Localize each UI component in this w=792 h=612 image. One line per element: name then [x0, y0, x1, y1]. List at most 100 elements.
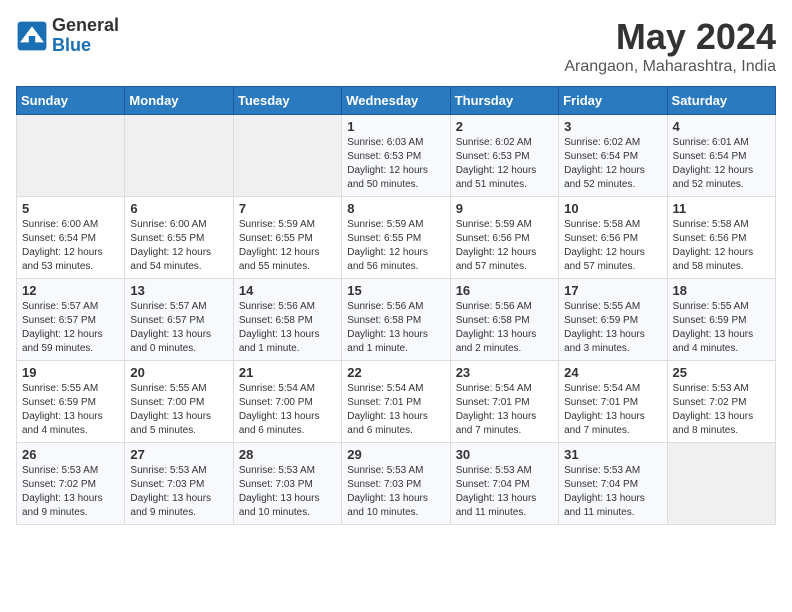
day-number: 9: [456, 201, 553, 216]
calendar-cell: 7 Sunrise: 5:59 AMSunset: 6:55 PMDaylight…: [233, 197, 341, 279]
month-title: May 2024: [564, 16, 776, 58]
calendar-cell: 1 Sunrise: 6:03 AMSunset: 6:53 PMDaylight…: [342, 115, 450, 197]
day-info: Sunrise: 5:53 AMSunset: 7:03 PMDaylight:…: [239, 464, 336, 520]
calendar-cell: [667, 443, 775, 525]
calendar-cell: 4Sunrise: 6:01 AMSunset: 6:54 PMDaylight…: [667, 115, 775, 197]
calendar-week-1: 1 Sunrise: 6:03 AMSunset: 6:53 PMDaylight…: [17, 115, 776, 197]
day-info: Sunrise: 5:58 AMSunset: 6:56 PMDaylight:…: [564, 218, 661, 274]
calendar-cell: 17 Sunrise: 5:55 AMSunset: 6:59 PMDayligh…: [559, 279, 667, 361]
day-info: Sunrise: 5:58 AMSunset: 6:56 PMDaylight:…: [673, 218, 770, 274]
day-info: Sunrise: 5:55 AMSunset: 6:59 PMDaylight:…: [564, 300, 661, 356]
calendar-cell: 6Sunrise: 6:00 AMSunset: 6:55 PMDaylight…: [125, 197, 233, 279]
calendar-cell: 5 Sunrise: 6:00 AMSunset: 6:54 PMDaylight…: [17, 197, 125, 279]
calendar-cell: 10 Sunrise: 5:58 AMSunset: 6:56 PMDayligh…: [559, 197, 667, 279]
calendar-cell: 11 Sunrise: 5:58 AMSunset: 6:56 PMDayligh…: [667, 197, 775, 279]
calendar-cell: [233, 115, 341, 197]
calendar-cell: 31 Sunrise: 5:53 AMSunset: 7:04 PMDayligh…: [559, 443, 667, 525]
day-info: Sunrise: 5:54 AMSunset: 7:01 PMDaylight:…: [347, 382, 444, 438]
day-info: Sunrise: 5:57 AMSunset: 6:57 PMDaylight:…: [130, 300, 227, 356]
calendar-week-2: 5 Sunrise: 6:00 AMSunset: 6:54 PMDaylight…: [17, 197, 776, 279]
day-number: 11: [673, 201, 770, 216]
calendar-cell: 26Sunrise: 5:53 AMSunset: 7:02 PMDayligh…: [17, 443, 125, 525]
calendar-table: SundayMondayTuesdayWednesdayThursdayFrid…: [16, 86, 776, 525]
day-info: Sunrise: 5:59 AMSunset: 6:56 PMDaylight:…: [456, 218, 553, 274]
day-number: 18: [673, 283, 770, 298]
day-number: 14: [239, 283, 336, 298]
day-info: Sunrise: 6:01 AMSunset: 6:54 PMDaylight:…: [673, 136, 770, 192]
day-number: 7: [239, 201, 336, 216]
weekday-header-friday: Friday: [559, 87, 667, 115]
day-number: 19: [22, 365, 119, 380]
day-number: 28: [239, 447, 336, 462]
logo-icon: [16, 20, 48, 52]
day-info: Sunrise: 5:53 AMSunset: 7:04 PMDaylight:…: [564, 464, 661, 520]
calendar-cell: 20Sunrise: 5:55 AMSunset: 7:00 PMDayligh…: [125, 361, 233, 443]
weekday-header-tuesday: Tuesday: [233, 87, 341, 115]
calendar-cell: 24 Sunrise: 5:54 AMSunset: 7:01 PMDayligh…: [559, 361, 667, 443]
day-info: Sunrise: 5:53 AMSunset: 7:03 PMDaylight:…: [130, 464, 227, 520]
day-number: 5: [22, 201, 119, 216]
day-number: 16: [456, 283, 553, 298]
calendar-cell: 22 Sunrise: 5:54 AMSunset: 7:01 PMDayligh…: [342, 361, 450, 443]
day-info: Sunrise: 5:55 AMSunset: 6:59 PMDaylight:…: [673, 300, 770, 356]
calendar-cell: 30 Sunrise: 5:53 AMSunset: 7:04 PMDayligh…: [450, 443, 558, 525]
day-info: Sunrise: 6:02 AMSunset: 6:54 PMDaylight:…: [564, 136, 661, 192]
day-number: 3: [564, 119, 661, 134]
day-number: 8: [347, 201, 444, 216]
day-info: Sunrise: 5:54 AMSunset: 7:01 PMDaylight:…: [456, 382, 553, 438]
weekday-header-saturday: Saturday: [667, 87, 775, 115]
day-info: Sunrise: 5:59 AMSunset: 6:55 PMDaylight:…: [239, 218, 336, 274]
day-number: 6: [130, 201, 227, 216]
weekday-header-monday: Monday: [125, 87, 233, 115]
day-info: Sunrise: 5:57 AMSunset: 6:57 PMDaylight:…: [22, 300, 119, 356]
day-info: Sunrise: 5:55 AMSunset: 6:59 PMDaylight:…: [22, 382, 119, 438]
day-number: 2: [456, 119, 553, 134]
day-number: 22: [347, 365, 444, 380]
day-number: 1: [347, 119, 444, 134]
weekday-header-sunday: Sunday: [17, 87, 125, 115]
logo-general: General: [52, 16, 119, 36]
day-info: Sunrise: 5:53 AMSunset: 7:02 PMDaylight:…: [673, 382, 770, 438]
calendar-cell: 8 Sunrise: 5:59 AMSunset: 6:55 PMDaylight…: [342, 197, 450, 279]
weekday-header-wednesday: Wednesday: [342, 87, 450, 115]
day-info: Sunrise: 6:02 AMSunset: 6:53 PMDaylight:…: [456, 136, 553, 192]
calendar-body: 1 Sunrise: 6:03 AMSunset: 6:53 PMDaylight…: [17, 115, 776, 525]
day-info: Sunrise: 5:54 AMSunset: 7:01 PMDaylight:…: [564, 382, 661, 438]
calendar-cell: 21Sunrise: 5:54 AMSunset: 7:00 PMDayligh…: [233, 361, 341, 443]
day-number: 21: [239, 365, 336, 380]
day-number: 10: [564, 201, 661, 216]
calendar-cell: 16Sunrise: 5:56 AMSunset: 6:58 PMDayligh…: [450, 279, 558, 361]
day-info: Sunrise: 5:53 AMSunset: 7:02 PMDaylight:…: [22, 464, 119, 520]
calendar-cell: [125, 115, 233, 197]
day-info: Sunrise: 5:59 AMSunset: 6:55 PMDaylight:…: [347, 218, 444, 274]
day-number: 29: [347, 447, 444, 462]
day-number: 25: [673, 365, 770, 380]
day-info: Sunrise: 6:00 AMSunset: 6:54 PMDaylight:…: [22, 218, 119, 274]
day-number: 31: [564, 447, 661, 462]
day-info: Sunrise: 6:03 AMSunset: 6:53 PMDaylight:…: [347, 136, 444, 192]
day-info: Sunrise: 5:53 AMSunset: 7:04 PMDaylight:…: [456, 464, 553, 520]
calendar-cell: 19 Sunrise: 5:55 AMSunset: 6:59 PMDayligh…: [17, 361, 125, 443]
calendar-cell: 2 Sunrise: 6:02 AMSunset: 6:53 PMDaylight…: [450, 115, 558, 197]
day-number: 20: [130, 365, 227, 380]
day-number: 15: [347, 283, 444, 298]
day-info: Sunrise: 5:56 AMSunset: 6:58 PMDaylight:…: [347, 300, 444, 356]
day-number: 12: [22, 283, 119, 298]
logo-text: General Blue: [52, 16, 119, 56]
calendar-cell: 27Sunrise: 5:53 AMSunset: 7:03 PMDayligh…: [125, 443, 233, 525]
day-number: 30: [456, 447, 553, 462]
logo: General Blue: [16, 16, 119, 56]
day-number: 24: [564, 365, 661, 380]
logo-blue: Blue: [52, 36, 119, 56]
day-number: 13: [130, 283, 227, 298]
day-number: 17: [564, 283, 661, 298]
calendar-cell: 18 Sunrise: 5:55 AMSunset: 6:59 PMDayligh…: [667, 279, 775, 361]
calendar-cell: 25 Sunrise: 5:53 AMSunset: 7:02 PMDayligh…: [667, 361, 775, 443]
title-block: May 2024 Arangaon, Maharashtra, India: [564, 16, 776, 76]
calendar-week-4: 19 Sunrise: 5:55 AMSunset: 6:59 PMDayligh…: [17, 361, 776, 443]
calendar-cell: 23 Sunrise: 5:54 AMSunset: 7:01 PMDayligh…: [450, 361, 558, 443]
weekday-row: SundayMondayTuesdayWednesdayThursdayFrid…: [17, 87, 776, 115]
calendar-week-3: 12 Sunrise: 5:57 AMSunset: 6:57 PMDayligh…: [17, 279, 776, 361]
day-number: 23: [456, 365, 553, 380]
calendar-cell: 15 Sunrise: 5:56 AMSunset: 6:58 PMDayligh…: [342, 279, 450, 361]
